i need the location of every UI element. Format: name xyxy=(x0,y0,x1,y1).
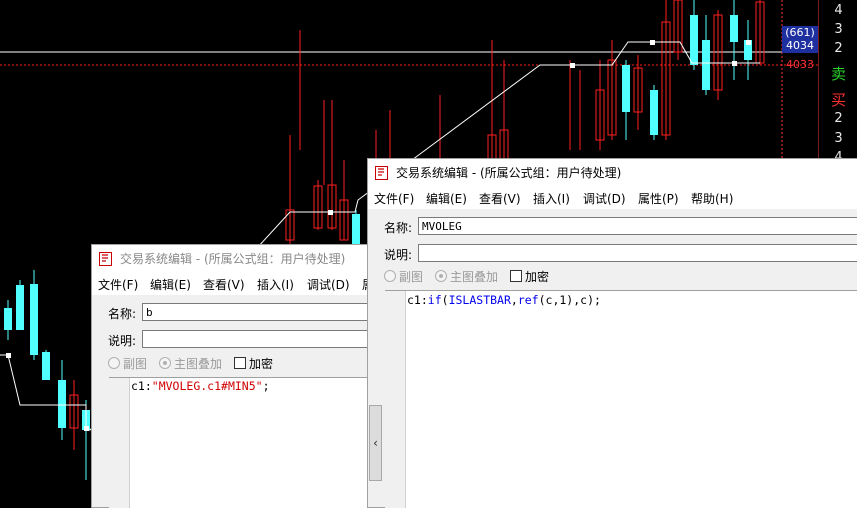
step-marker xyxy=(746,40,751,45)
front-menubar: 文件(F) 编辑(E) 查看(V) 插入(I) 调试(D) 属性(P) 帮助(H… xyxy=(368,187,857,209)
radio-main-overlay[interactable] xyxy=(435,270,447,282)
menu-edit[interactable]: 编辑(E) xyxy=(426,190,467,207)
front-formula-editor-window[interactable]: 交易系统编辑 - (所属公式组：用户待处理) 文件(F) 编辑(E) 查看(V)… xyxy=(367,158,857,508)
description-input[interactable] xyxy=(418,244,857,262)
editor-gutter xyxy=(385,291,406,508)
step-marker xyxy=(6,353,11,358)
price-label-line: 4033 xyxy=(786,58,814,71)
step-marker xyxy=(732,61,737,66)
menu-edit[interactable]: 编辑(E) xyxy=(150,276,191,293)
candle-body xyxy=(30,284,38,355)
code-editor[interactable]: c1:"MVOLEG.c1#MIN5"; xyxy=(109,377,382,508)
sell-label[interactable]: 卖 xyxy=(819,63,857,84)
back-formula-editor-window[interactable]: 交易系统编辑 - (所属公式组：用户待处理) 文件(F) 编辑(E) 查看(V)… xyxy=(91,244,383,508)
description-input[interactable] xyxy=(142,330,382,348)
order-level: 3 xyxy=(834,131,843,146)
code-line: c1:"MVOLEG.c1#MIN5"; xyxy=(131,379,270,393)
name-label: 名称: xyxy=(384,221,413,235)
code-string: "MVOLEG.c1#MIN5" xyxy=(151,379,263,393)
collapse-panel-button[interactable]: ‹ xyxy=(369,405,382,481)
menu-file[interactable]: 文件(F) xyxy=(98,276,138,293)
name-label: 名称: xyxy=(108,307,137,321)
step-marker xyxy=(328,210,333,215)
description-label: 说明: xyxy=(384,248,413,262)
window-title: 交易系统编辑 - (所属公式组：用户待处理) xyxy=(396,166,622,180)
order-level: 2 xyxy=(834,111,843,126)
menu-file[interactable]: 文件(F) xyxy=(374,190,414,207)
candle-body xyxy=(58,380,66,428)
order-book-panel: 4 3 2 卖 买 2 3 4 xyxy=(818,0,857,165)
menu-insert[interactable]: 插入(I) xyxy=(533,190,570,207)
radio-main-overlay-label: 主图叠加 xyxy=(450,270,499,284)
menu-debug[interactable]: 调试(D) xyxy=(583,190,626,207)
radio-subchart[interactable] xyxy=(108,357,120,369)
app-icon xyxy=(99,252,112,266)
candle-body xyxy=(650,90,658,135)
order-level: 2 xyxy=(834,41,843,56)
encrypt-label: 加密 xyxy=(525,270,550,284)
candle-body xyxy=(42,352,50,380)
encrypt-label: 加密 xyxy=(249,357,274,371)
code-var: c1: xyxy=(407,293,428,307)
menu-view[interactable]: 查看(V) xyxy=(203,276,245,293)
candle-body xyxy=(730,15,738,42)
candle-body xyxy=(622,65,630,112)
code-line: c1:if(ISLASTBAR,ref(c,1),c); xyxy=(407,293,601,307)
order-level: 3 xyxy=(834,22,843,37)
candle-body xyxy=(16,285,24,330)
candle-body xyxy=(702,40,710,90)
radio-subchart[interactable] xyxy=(384,270,396,282)
name-input[interactable]: b xyxy=(142,303,382,321)
radio-main-overlay-label: 主图叠加 xyxy=(174,357,223,371)
back-menubar: 文件(F) 编辑(E) 查看(V) 插入(I) 调试(D) 属 xyxy=(92,273,382,295)
code-function-islastbar: ISLASTBAR xyxy=(448,293,511,307)
step-marker xyxy=(84,426,89,431)
code-semicolon: ; xyxy=(262,379,270,393)
candle-body xyxy=(352,214,360,244)
step-marker xyxy=(650,40,655,45)
code-var: c1: xyxy=(131,379,152,393)
menu-debug[interactable]: 调试(D) xyxy=(307,276,350,293)
candle-body xyxy=(690,15,698,65)
encrypt-checkbox[interactable] xyxy=(234,357,246,369)
menu-help[interactable]: 帮助(H) xyxy=(691,190,733,207)
radio-main-overlay[interactable] xyxy=(159,357,171,369)
editor-gutter xyxy=(109,378,130,508)
code-function-ref: ref xyxy=(517,293,539,307)
code-comma: , xyxy=(510,293,518,307)
price-label-current: 4034 xyxy=(782,39,818,53)
menu-properties[interactable]: 属性(P) xyxy=(638,190,679,207)
radio-subchart-label: 副图 xyxy=(399,270,424,284)
menu-insert[interactable]: 插入(I) xyxy=(257,276,294,293)
code-args: (c,1),c); xyxy=(538,293,601,307)
order-level: 4 xyxy=(834,3,843,18)
app-icon xyxy=(375,166,388,180)
step-marker xyxy=(570,63,575,68)
menu-view[interactable]: 查看(V) xyxy=(479,190,521,207)
name-input[interactable]: MVOLEG xyxy=(418,217,857,235)
description-label: 说明: xyxy=(108,334,137,348)
code-paren: ( xyxy=(441,293,449,307)
encrypt-checkbox[interactable] xyxy=(510,270,522,282)
buy-label[interactable]: 买 xyxy=(819,89,857,110)
price-label-top: (661) xyxy=(782,26,818,39)
back-window-titlebar[interactable]: 交易系统编辑 - (所属公式组：用户待处理) xyxy=(92,245,382,273)
code-editor[interactable]: c1:if(ISLASTBAR,ref(c,1),c); xyxy=(385,290,857,508)
front-window-titlebar[interactable]: 交易系统编辑 - (所属公式组：用户待处理) xyxy=(368,159,857,187)
code-keyword-if: if xyxy=(427,293,442,307)
window-title: 交易系统编辑 - (所属公式组：用户待处理) xyxy=(120,252,346,266)
radio-subchart-label: 副图 xyxy=(123,357,148,371)
candle-body xyxy=(4,308,12,330)
